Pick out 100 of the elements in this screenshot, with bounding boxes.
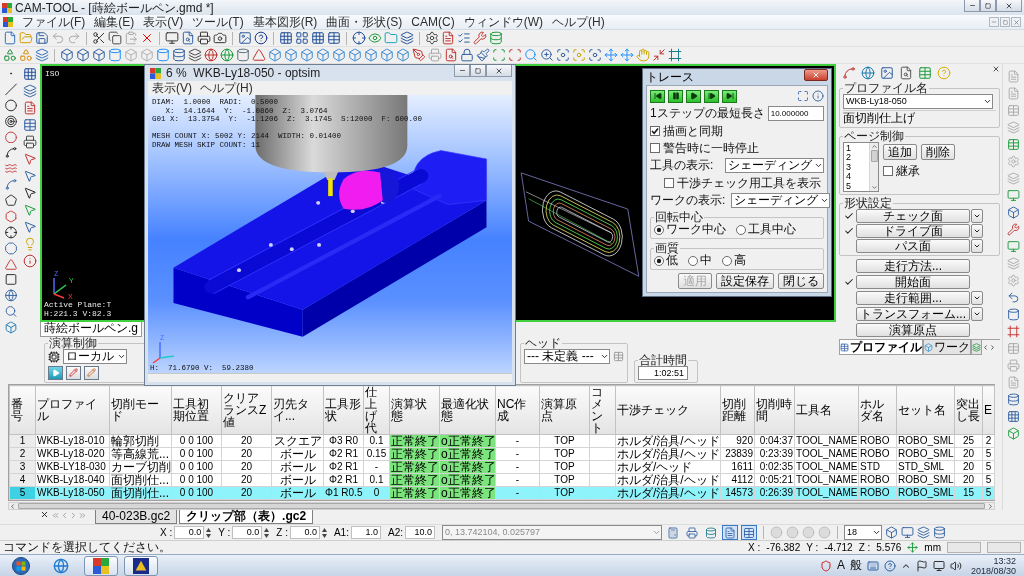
search-icon[interactable] — [3, 305, 18, 318]
menu-item[interactable]: ウィンドウ(W) — [463, 15, 543, 29]
minimize-button[interactable] — [964, 0, 980, 12]
table-icon[interactable] — [613, 351, 624, 362]
cube-icon[interactable] — [300, 48, 314, 62]
grid-icon[interactable] — [295, 31, 309, 45]
concentric-circles-icon[interactable] — [3, 114, 18, 128]
zoom-in-icon[interactable] — [540, 48, 554, 62]
circle-icon[interactable] — [3, 98, 18, 112]
layers-icon[interactable] — [188, 48, 202, 62]
cube-icon[interactable] — [316, 48, 330, 62]
focus-icon[interactable] — [556, 48, 570, 62]
step-forward-button[interactable] — [704, 89, 719, 103]
pen-button[interactable] — [84, 365, 99, 380]
tab[interactable] — [971, 340, 982, 355]
globe-icon[interactable] — [3, 289, 18, 303]
radio-button[interactable] — [722, 255, 732, 266]
cube-icon[interactable] — [92, 48, 106, 62]
database-icon[interactable] — [933, 526, 946, 539]
menu-item[interactable]: 編集(E) — [94, 15, 135, 29]
document-icon[interactable] — [441, 31, 455, 45]
dropdown[interactable]: シェーディング — [731, 193, 831, 208]
add-button[interactable]: 追加 — [883, 144, 917, 160]
speaker-icon[interactable] — [949, 559, 962, 572]
dropdown[interactable]: WKB-Ly18-050 — [843, 94, 993, 109]
cube-icon[interactable] — [1007, 206, 1020, 219]
search-icon[interactable] — [524, 48, 538, 62]
checkbox[interactable] — [883, 166, 893, 176]
menu-item[interactable]: ヘルプ(H) — [552, 15, 605, 29]
arrow-right-icon[interactable] — [989, 344, 996, 351]
document-tab[interactable]: 蒔絵ボールペン.g — [40, 322, 142, 337]
file-icon[interactable] — [3, 31, 17, 45]
scrollbar-thumb[interactable] — [870, 150, 878, 162]
number-field[interactable]: 0.0 — [174, 526, 205, 539]
preview-icon[interactable] — [444, 48, 458, 62]
menu-item[interactable]: CAM(C) — [411, 15, 455, 29]
pen-icon[interactable] — [412, 48, 426, 62]
panel-button[interactable]: 走行範囲... — [856, 291, 970, 305]
radio-button[interactable] — [654, 255, 664, 266]
play-button[interactable] — [686, 89, 701, 103]
panel-button[interactable]: トランスフォーム... — [856, 307, 970, 321]
crosshair-icon[interactable] — [3, 225, 18, 239]
toggle-button[interactable] — [703, 525, 719, 540]
layers-icon[interactable] — [35, 48, 49, 62]
circle-icon[interactable] — [3, 130, 18, 144]
minimize-button[interactable] — [454, 65, 470, 77]
radio-button[interactable] — [736, 224, 746, 235]
checkbox[interactable] — [650, 126, 660, 136]
monitor-icon[interactable] — [165, 31, 179, 45]
column-header[interactable]: 刃先タイ... — [271, 385, 324, 435]
cube-icon[interactable] — [60, 48, 74, 62]
camera-icon[interactable] — [213, 31, 227, 45]
menu-arrow-button[interactable] — [971, 224, 983, 238]
sheet-tab[interactable]: クリップ部（表）.gc2 — [179, 510, 314, 524]
line-icon[interactable] — [3, 82, 18, 96]
cursor-icon[interactable] — [22, 169, 37, 183]
panel-button[interactable]: ドライブ面 — [856, 224, 970, 238]
maximize-button[interactable] — [470, 65, 486, 77]
curve-icon[interactable] — [3, 146, 18, 160]
column-header[interactable]: 切削距離 — [720, 385, 755, 435]
number-field[interactable]: 0.0 — [289, 526, 320, 539]
lock-icon[interactable] — [460, 48, 474, 62]
layers-icon[interactable] — [22, 84, 37, 98]
menu-item[interactable]: ファイル(F) — [22, 15, 86, 29]
maximize-button[interactable] — [980, 0, 996, 12]
dropdown[interactable]: シェーディング — [725, 158, 824, 173]
move-icon[interactable] — [620, 48, 634, 62]
shapes-icon[interactable] — [3, 48, 17, 62]
square-icon[interactable] — [3, 273, 18, 287]
menu-item[interactable]: 基本図形(R) — [252, 15, 318, 29]
shrink-icon[interactable] — [652, 48, 666, 62]
menu-arrow-button[interactable] — [971, 239, 983, 253]
hash-icon[interactable] — [668, 48, 682, 62]
column-header[interactable]: セット名 — [896, 385, 955, 435]
list-item[interactable]: 3 — [846, 162, 867, 173]
image-icon[interactable] — [238, 31, 252, 45]
grid-icon[interactable] — [22, 67, 37, 81]
close-button[interactable] — [804, 69, 828, 81]
column-header[interactable]: 演算状態 — [389, 385, 440, 435]
info-icon[interactable] — [22, 254, 37, 268]
cube-icon[interactable] — [885, 526, 898, 539]
menu-item[interactable]: ツール(T) — [192, 15, 244, 29]
cube-icon[interactable] — [1007, 427, 1020, 440]
image-icon[interactable] — [880, 65, 894, 80]
monitor-icon[interactable] — [932, 559, 945, 572]
database-icon[interactable] — [489, 31, 503, 45]
close-button[interactable] — [996, 0, 1022, 12]
taskbar-button[interactable] — [124, 555, 158, 576]
column-header[interactable]: 番号 — [9, 385, 36, 435]
cube-icon[interactable] — [348, 48, 362, 62]
wrench-icon[interactable] — [1007, 223, 1020, 236]
shapes-icon[interactable] — [19, 48, 33, 62]
layers-icon[interactable] — [400, 31, 414, 45]
cube-icon[interactable] — [364, 48, 378, 62]
checkbox[interactable] — [650, 143, 660, 153]
column-header[interactable]: 工具名 — [794, 385, 859, 435]
menu-item[interactable]: 表示(V) — [143, 15, 184, 29]
list-item[interactable]: 4 — [846, 172, 867, 182]
return-arrow-icon[interactable] — [1007, 291, 1020, 304]
radio-button[interactable] — [688, 255, 698, 266]
